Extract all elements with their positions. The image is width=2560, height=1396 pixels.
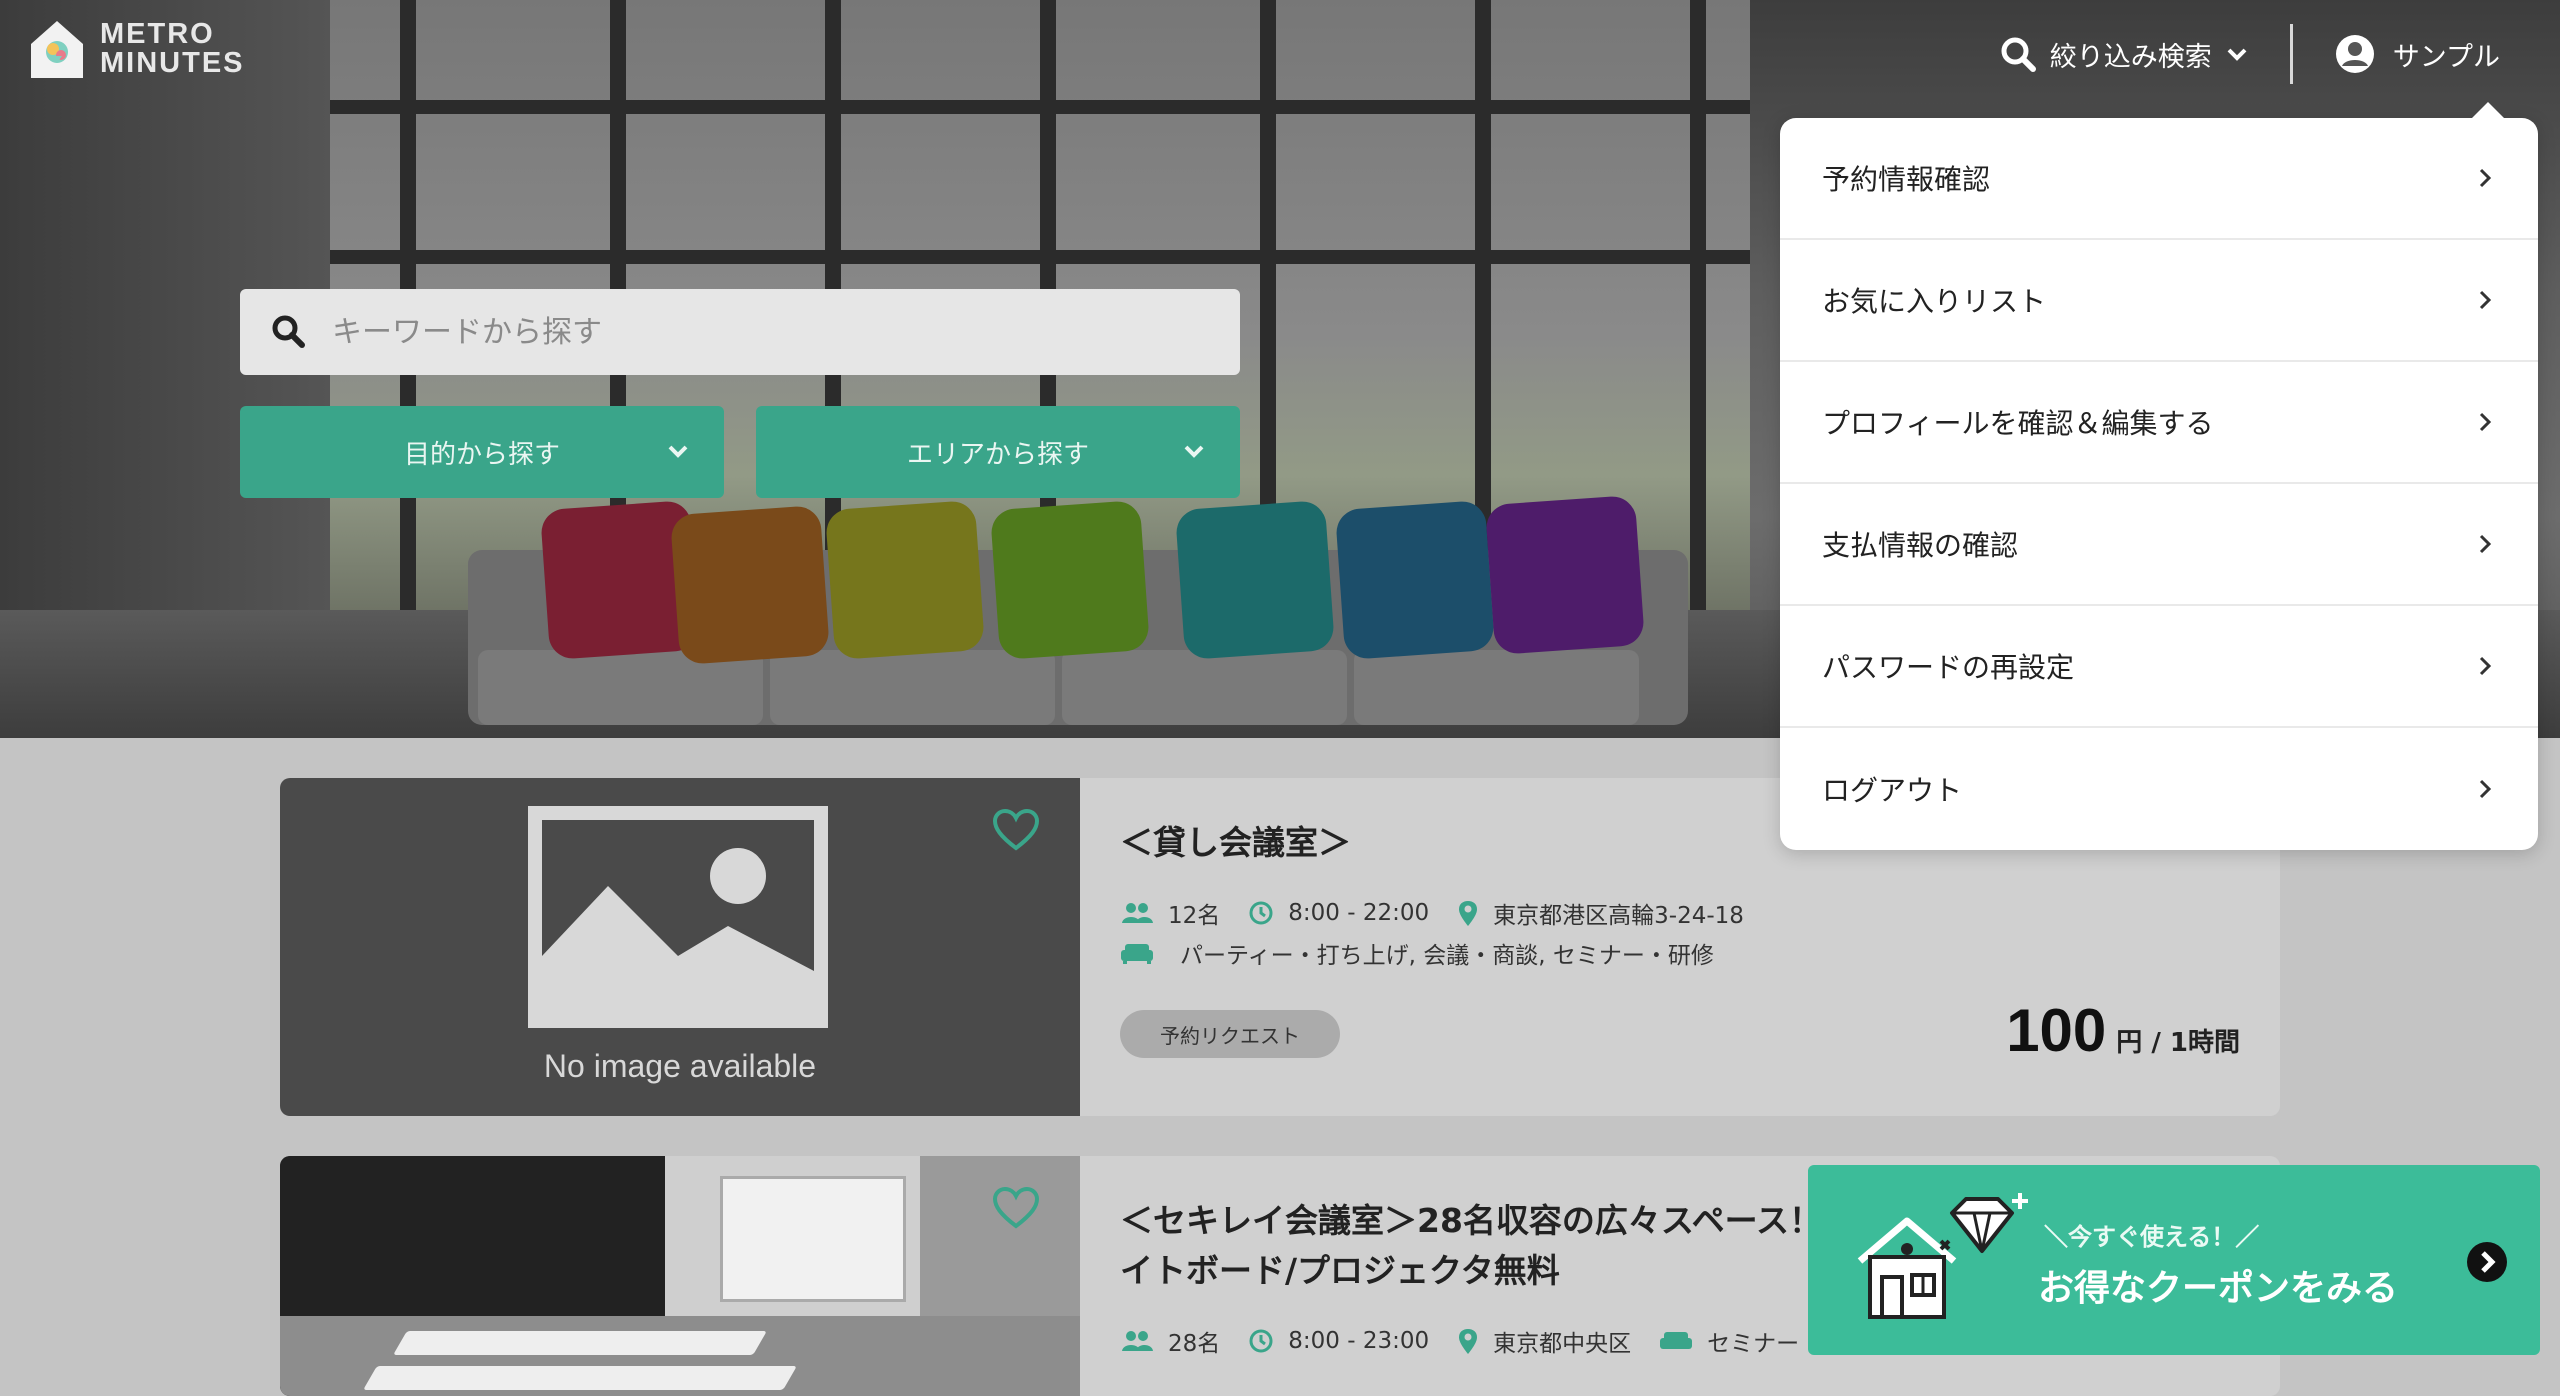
room-table bbox=[363, 1366, 797, 1390]
user-name: サンプル bbox=[2392, 41, 2500, 73]
clock-icon bbox=[1249, 901, 1273, 925]
listing-meta-row: 28名 8:00 - 23:00 東京都中央区 セミナー bbox=[1120, 1324, 1799, 1358]
chevron-down-icon bbox=[2227, 48, 2247, 61]
user-menu-toggle[interactable]: サンプル bbox=[2293, 34, 2560, 74]
filter-search-label: 絞り込み検索 bbox=[2049, 41, 2212, 73]
keyword-search bbox=[240, 289, 1240, 375]
heart-icon[interactable] bbox=[992, 808, 1040, 852]
user-circle-icon bbox=[2335, 35, 2374, 73]
sofa-seat bbox=[1062, 650, 1347, 725]
listing-title-line: イトボード/プロジェクタ無料 bbox=[1120, 1251, 1560, 1290]
coupon-banner[interactable]: ＼今すぐ使える！／ お得なクーポンをみる bbox=[1808, 1165, 2540, 1355]
purpose-dropdown-label: 目的から探す bbox=[403, 439, 560, 470]
coupon-subtitle: ＼今すぐ使える！／ bbox=[2044, 1223, 2260, 1251]
coupon-title: お得なクーポンをみる bbox=[2038, 1268, 2399, 1309]
listing-capacity: 12名 bbox=[1168, 903, 1221, 929]
sofa-seat bbox=[1354, 650, 1639, 725]
listing-hours: 8:00 - 23:00 bbox=[1288, 1328, 1430, 1354]
listing-title[interactable]: ＜貸し会議室＞ bbox=[1120, 816, 1351, 864]
user-dropdown-menu: 予約情報確認 お気に入りリスト プロフィールを確認＆編集する 支払情報の確認 パ… bbox=[1780, 102, 2538, 850]
purpose-dropdown[interactable]: 目的から探す bbox=[240, 406, 724, 498]
listing-purposes: セミナー bbox=[1707, 1331, 1800, 1357]
window-frame bbox=[330, 100, 1750, 114]
pillow bbox=[1484, 494, 1646, 656]
listing-thumbnail bbox=[280, 1156, 1080, 1396]
menu-item-profile[interactable]: プロフィールを確認＆編集する bbox=[1780, 362, 2538, 484]
listing-address: 東京都港区高輪3-24-18 bbox=[1493, 903, 1744, 929]
logo[interactable]: METRO MINUTES bbox=[28, 18, 245, 80]
listing-meta-row: 12名 8:00 - 22:00 東京都港区高輪3-24-18 bbox=[1120, 896, 1744, 930]
chevron-right-icon bbox=[2479, 779, 2492, 799]
search-input[interactable] bbox=[330, 313, 1214, 351]
chevron-down-icon bbox=[668, 445, 688, 458]
filter-search-menu[interactable]: 絞り込み検索 bbox=[2000, 35, 2290, 74]
chevron-right-icon bbox=[2479, 656, 2492, 676]
menu-item-payment[interactable]: 支払情報の確認 bbox=[1780, 484, 2538, 606]
chevron-right-icon bbox=[2479, 534, 2492, 554]
price-value: 100 bbox=[2006, 997, 2107, 1064]
no-image-caption: No image available bbox=[543, 1048, 817, 1084]
arrow-circle-icon bbox=[2467, 1242, 2507, 1282]
image-placeholder-icon bbox=[528, 806, 828, 1028]
sofa-icon bbox=[1660, 1332, 1693, 1349]
search-icon bbox=[272, 315, 305, 348]
sofa-icon bbox=[1121, 944, 1153, 964]
menu-item-label: プロフィールを確認＆編集する bbox=[1822, 407, 2214, 440]
menu-item-label: 予約情報確認 bbox=[1822, 163, 1991, 196]
people-icon bbox=[1122, 1331, 1153, 1351]
chevron-down-icon bbox=[1184, 445, 1204, 458]
listing-purposes: パーティー・打ち上げ, 会議・商談, セミナー・研修 bbox=[1180, 943, 1714, 969]
menu-item-reservations[interactable]: 予約情報確認 bbox=[1780, 118, 2538, 240]
price-unit: 円 / 1時間 bbox=[2116, 1028, 2240, 1058]
menu-item-favorites[interactable]: お気に入りリスト bbox=[1780, 240, 2538, 362]
people-icon bbox=[1122, 903, 1153, 923]
logo-line2: MINUTES bbox=[100, 47, 245, 79]
top-navigation: 絞り込み検索 サンプル bbox=[2000, 24, 2560, 84]
whiteboard bbox=[720, 1176, 906, 1302]
listing-address: 東京都中央区 bbox=[1493, 1331, 1632, 1357]
logo-house-icon bbox=[31, 21, 83, 78]
map-pin-icon bbox=[1459, 1329, 1478, 1354]
listing-purpose-row: パーティー・打ち上げ, 会議・商談, セミナー・研修 bbox=[1120, 936, 1714, 970]
sofa-seat bbox=[770, 650, 1055, 725]
chevron-right-icon bbox=[2479, 290, 2492, 310]
pillow bbox=[1334, 499, 1496, 661]
menu-item-label: ログアウト bbox=[1822, 774, 1963, 807]
logo-text: METRO MINUTES bbox=[100, 20, 245, 78]
window-frame bbox=[330, 250, 1750, 264]
heart-icon[interactable] bbox=[992, 1186, 1040, 1230]
search-icon bbox=[2001, 37, 2036, 72]
listing-price: 100 円 / 1時間 bbox=[2006, 996, 2240, 1065]
area-dropdown-label: エリアから探す bbox=[906, 439, 1089, 470]
listing-title-line: ＜セキレイ会議室＞28名収容の広々スペース！ホ bbox=[1120, 1201, 1855, 1240]
menu-item-label: お気に入りリスト bbox=[1822, 285, 2047, 318]
pillow bbox=[989, 499, 1151, 661]
menu-item-label: 支払情報の確認 bbox=[1822, 529, 2019, 562]
logo-line1: METRO bbox=[100, 18, 215, 50]
window-frame bbox=[1690, 0, 1706, 610]
menu-item-logout[interactable]: ログアウト bbox=[1780, 728, 2538, 850]
listing-title[interactable]: ＜セキレイ会議室＞28名収容の広々スペース！ホ イトボード/プロジェクタ無料 bbox=[1120, 1196, 1855, 1296]
clock-icon bbox=[1249, 1329, 1273, 1353]
menu-item-label: パスワードの再設定 bbox=[1822, 651, 2075, 684]
room-table bbox=[393, 1331, 767, 1355]
listing-capacity: 28名 bbox=[1168, 1331, 1221, 1357]
reservation-request-badge: 予約リクエスト bbox=[1120, 1010, 1340, 1058]
listing-hours: 8:00 - 22:00 bbox=[1288, 900, 1430, 926]
menu-item-password-reset[interactable]: パスワードの再設定 bbox=[1780, 606, 2538, 728]
map-pin-icon bbox=[1459, 901, 1478, 926]
pillow bbox=[1174, 499, 1336, 661]
pillow bbox=[669, 504, 831, 666]
pillow bbox=[824, 499, 986, 661]
area-dropdown[interactable]: エリアから探す bbox=[756, 406, 1240, 498]
chevron-right-icon bbox=[2479, 412, 2492, 432]
diamond-icon bbox=[1939, 1193, 2028, 1253]
chevron-right-icon bbox=[2479, 168, 2492, 188]
listing-thumbnail: No image available bbox=[280, 778, 1080, 1116]
